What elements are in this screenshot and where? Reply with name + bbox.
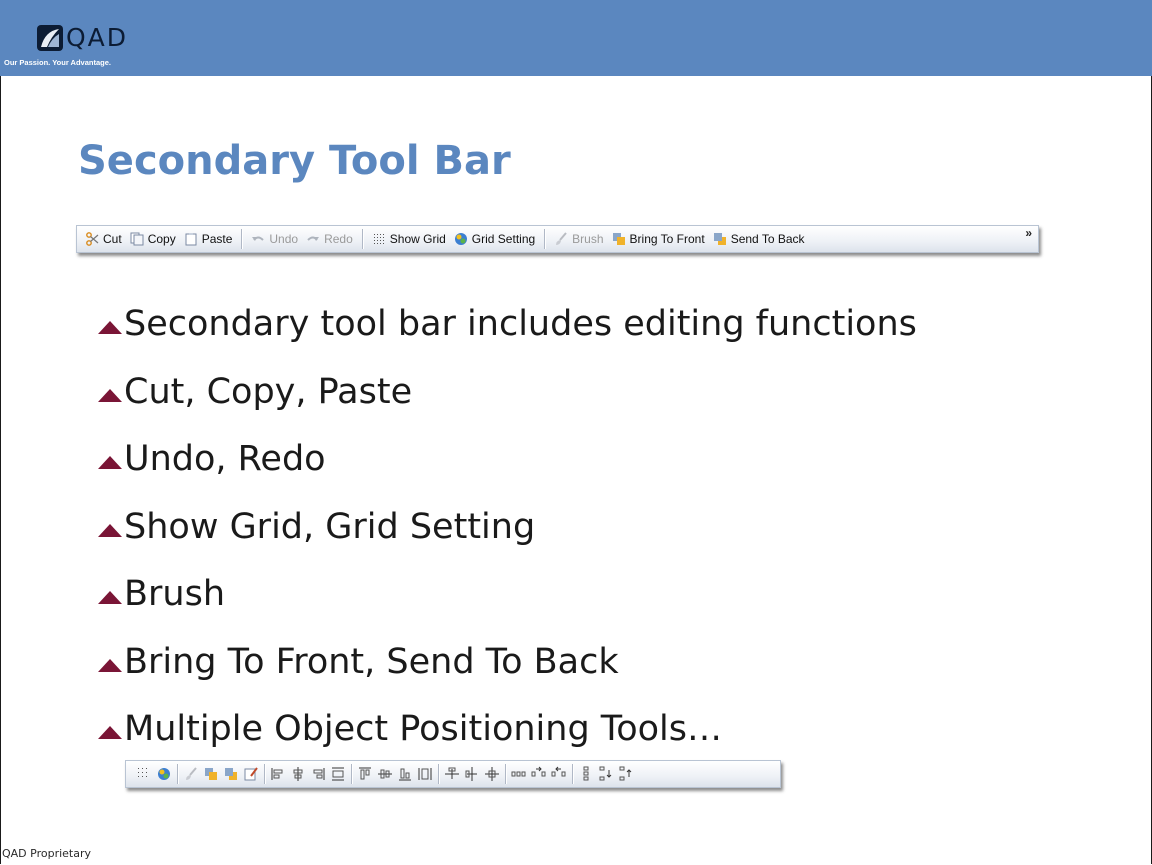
toolbar-separator: [438, 764, 439, 784]
send-to-back-label: Send To Back: [730, 232, 805, 246]
undo-button[interactable]: Undo: [247, 228, 302, 250]
space-horizontal-increase-icon[interactable]: [531, 766, 547, 782]
bullet-text: Cut, Copy, Paste: [124, 371, 413, 412]
copy-label: Copy: [147, 232, 176, 246]
bring-to-front-icon: [612, 233, 625, 245]
align-top-icon[interactable]: [357, 766, 373, 782]
space-horizontal-decrease-icon[interactable]: [551, 766, 567, 782]
bullet-item: Cut, Copy, Paste: [98, 372, 917, 440]
send-to-back-icon[interactable]: [223, 766, 239, 782]
align-height-icon[interactable]: [417, 766, 433, 782]
logo-text: QAD: [66, 23, 129, 52]
bring-to-front-icon[interactable]: [203, 766, 219, 782]
send-to-back-button[interactable]: Send To Back: [709, 228, 809, 250]
show-grid-label: Show Grid: [389, 232, 446, 246]
toolbar-separator: [241, 229, 243, 249]
bullet-triangle-icon: [98, 726, 122, 739]
toolbar-separator: [351, 764, 352, 784]
cut-button[interactable]: Cut: [81, 228, 126, 250]
align-center-icon[interactable]: [290, 766, 306, 782]
toolbar-separator: [505, 764, 506, 784]
bring-to-front-button[interactable]: Bring To Front: [608, 228, 709, 250]
align-bottom-icon[interactable]: [397, 766, 413, 782]
bullet-item: Secondary tool bar includes editing func…: [98, 304, 917, 372]
undo-label: Undo: [269, 232, 299, 246]
bullet-item: Brush: [98, 574, 917, 642]
footer-text: QAD Proprietary: [2, 847, 92, 860]
redo-icon: [307, 236, 320, 241]
cut-label: Cut: [103, 232, 122, 246]
center-both-icon[interactable]: [484, 766, 500, 782]
paste-icon: [185, 233, 197, 246]
bullet-text: Brush: [124, 574, 226, 614]
bullet-triangle-icon: [98, 523, 122, 537]
scissors-icon: [86, 232, 99, 246]
redo-button[interactable]: Redo: [302, 228, 357, 250]
space-horizontal-icon[interactable]: [511, 766, 527, 782]
bullet-text: Undo, Redo: [124, 439, 326, 479]
logo-tagline: Our Passion. Your Advantage.: [4, 58, 111, 67]
center-horizontal-icon[interactable]: [444, 766, 460, 782]
toolbar-separator: [177, 764, 178, 784]
bullet-text: Bring To Front, Send To Back: [124, 641, 619, 682]
copy-icon: [130, 232, 144, 246]
send-to-back-icon: [713, 233, 726, 245]
copy-button[interactable]: Copy: [126, 228, 180, 250]
grid-icon[interactable]: [136, 766, 152, 782]
paste-label: Paste: [201, 232, 233, 246]
show-grid-button[interactable]: Show Grid: [368, 228, 450, 250]
toolbar-overflow-chevron-icon[interactable]: »: [1025, 227, 1032, 239]
align-left-icon[interactable]: [270, 766, 286, 782]
redo-label: Redo: [324, 232, 353, 246]
header-banner: QAD Our Passion. Your Advantage.: [0, 0, 1152, 76]
bullet-triangle-icon: [98, 591, 122, 604]
toolbar-separator: [572, 764, 573, 784]
qad-logo-mark-icon: [37, 25, 63, 51]
align-width-icon[interactable]: [330, 766, 346, 782]
brush-icon: [556, 232, 567, 245]
grid-setting-label: Grid Setting: [471, 232, 536, 246]
bullet-list: Secondary tool bar includes editing func…: [98, 304, 917, 777]
bullet-text: Multiple Object Positioning Tools…: [124, 709, 723, 749]
secondary-toolbar: Cut Copy Paste Undo Redo Show Grid Grid …: [76, 225, 1039, 253]
bullet-item: Undo, Redo: [98, 439, 917, 507]
grid-setting-icon[interactable]: [156, 766, 172, 782]
bullet-triangle-icon: [98, 456, 122, 469]
bullet-text: Show Grid, Grid Setting: [124, 506, 536, 547]
grid-icon: [373, 234, 384, 244]
paste-button[interactable]: Paste: [180, 228, 237, 250]
grid-setting-button[interactable]: Grid Setting: [450, 228, 539, 250]
bullet-triangle-icon: [98, 658, 122, 672]
bullet-triangle-icon: [98, 321, 122, 334]
align-right-icon[interactable]: [310, 766, 326, 782]
space-vertical-icon[interactable]: [578, 766, 594, 782]
toolbar-separator: [544, 229, 546, 249]
format-painter-icon[interactable]: [243, 766, 259, 782]
center-vertical-icon[interactable]: [464, 766, 480, 782]
toolbar-separator: [264, 764, 265, 784]
brush-label: Brush: [572, 232, 604, 246]
undo-icon: [252, 236, 265, 241]
bring-to-front-label: Bring To Front: [629, 232, 705, 246]
space-vertical-decrease-icon[interactable]: [618, 766, 634, 782]
space-vertical-increase-icon[interactable]: [598, 766, 614, 782]
align-middle-icon[interactable]: [377, 766, 393, 782]
bullet-text: Secondary tool bar includes editing func…: [124, 304, 917, 344]
positioning-toolbar: [125, 760, 781, 788]
bullet-triangle-icon: [98, 388, 122, 402]
slide-title: Secondary Tool Bar: [78, 138, 511, 184]
toolbar-separator: [361, 229, 363, 249]
grid-setting-icon: [454, 233, 467, 245]
brush-button[interactable]: Brush: [550, 228, 607, 250]
brush-icon[interactable]: [183, 766, 199, 782]
bullet-item: Bring To Front, Send To Back: [98, 642, 917, 710]
bullet-item: Show Grid, Grid Setting: [98, 507, 917, 575]
